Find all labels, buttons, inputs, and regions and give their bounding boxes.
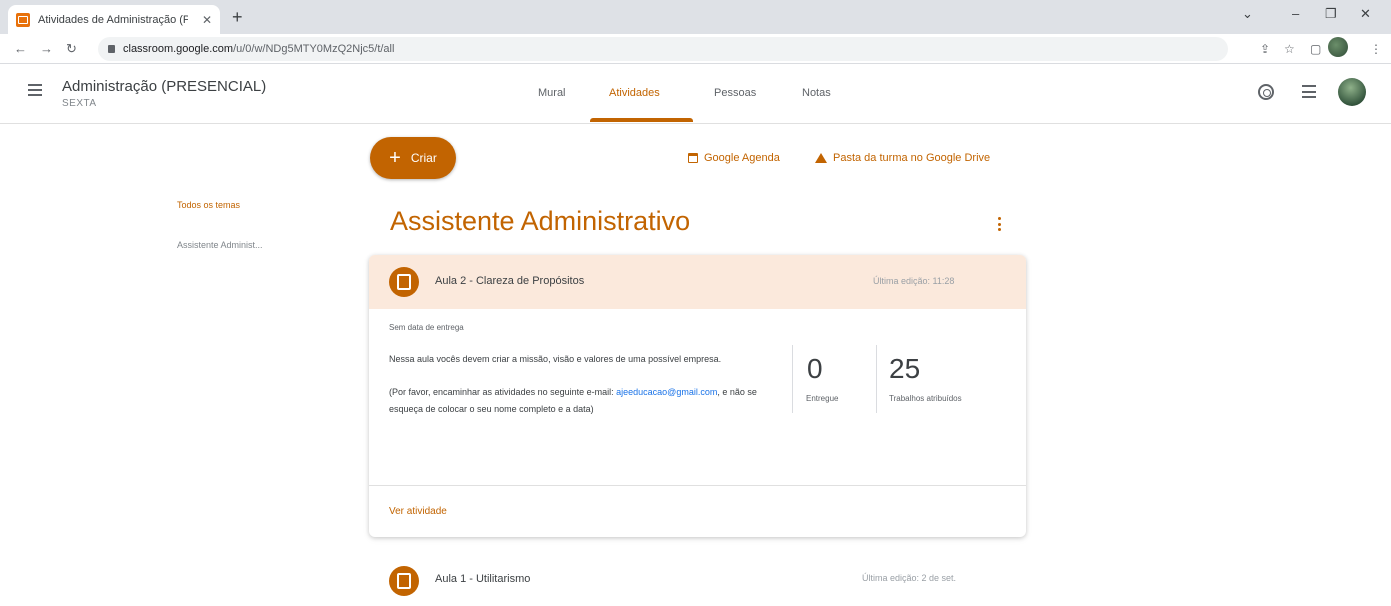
view-assignment-link[interactable]: Ver atividade	[389, 506, 447, 517]
close-window-button[interactable]: ✕	[1360, 6, 1371, 22]
sidebar-item-assistente[interactable]: Assistente Administ...	[177, 240, 263, 250]
bookmark-star-icon[interactable]: ☆	[1284, 42, 1295, 56]
drive-folder-label: Pasta da turma no Google Drive	[833, 152, 991, 164]
url-host: classroom.google.com	[123, 43, 234, 55]
assigned-label: Trabalhos atribuídos	[889, 394, 962, 403]
calendar-icon	[688, 153, 698, 163]
main-menu-icon[interactable]	[28, 84, 42, 96]
create-button-label: Criar	[410, 151, 437, 165]
sidebar-item-all-topics[interactable]: Todos os temas	[177, 200, 240, 210]
account-avatar[interactable]	[1338, 78, 1366, 106]
browser-tab-bar: Atividades de Administração (PI ✕ + ⌄ – …	[0, 0, 1391, 34]
back-arrow-icon[interactable]: ←	[14, 41, 27, 56]
browser-tab-title: Atividades de Administração (PI	[38, 13, 188, 26]
forward-arrow-icon[interactable]: →	[40, 41, 53, 56]
tab-pessoas[interactable]: Pessoas	[714, 87, 756, 99]
topic-more-options-icon[interactable]	[997, 217, 1001, 231]
tab-search-icon[interactable]: ⌄	[1242, 6, 1253, 22]
assignment-title: Aula 1 - Utilitarismo	[435, 573, 531, 585]
tab-atividades[interactable]: Atividades	[609, 87, 660, 99]
assignment-last-edited: Última edição: 11:28	[873, 276, 955, 286]
google-calendar-label: Google Agenda	[704, 152, 780, 164]
drive-icon	[815, 153, 827, 163]
assignment-card-body: Sem data de entrega Nessa aula vocês dev…	[369, 309, 1026, 485]
active-tab-indicator	[590, 118, 693, 122]
description-paragraph-2: (Por favor, encaminhar as atividades no …	[389, 384, 789, 418]
google-calendar-link[interactable]: Google Agenda	[688, 152, 780, 164]
settings-gear-icon[interactable]	[1258, 84, 1274, 100]
assignment-card-header[interactable]: Aula 2 - Clareza de Propósitos Última ed…	[369, 255, 1026, 309]
drive-folder-link[interactable]: Pasta da turma no Google Drive	[815, 152, 990, 164]
assignment-icon	[389, 566, 419, 596]
assignment-description: Nessa aula vocês devem criar a missão, v…	[389, 351, 789, 418]
browser-tab[interactable]: Atividades de Administração (PI ✕	[8, 5, 220, 34]
create-button[interactable]: + Criar	[370, 137, 456, 179]
close-tab-icon[interactable]: ✕	[202, 13, 212, 27]
classroom-favicon-icon	[16, 12, 30, 27]
classroom-header: Administração (PRESENCIAL) SEXTA Mural A…	[0, 64, 1391, 124]
assigned-count[interactable]: 25	[889, 353, 920, 385]
description-paragraph-1: Nessa aula vocês devem criar a missão, v…	[389, 354, 722, 364]
assignment-title: Aula 2 - Clareza de Propósitos	[435, 275, 585, 287]
description-2-prefix: (Por favor, encaminhar as atividades no …	[389, 387, 614, 397]
browser-profile-avatar[interactable]	[1328, 37, 1348, 57]
handed-in-label: Entregue	[806, 394, 839, 403]
assignment-last-edited: Última edição: 2 de set.	[862, 573, 957, 583]
topic-title: Assistente Administrativo	[390, 206, 691, 236]
handed-in-count[interactable]: 0	[807, 353, 823, 385]
side-panel-icon[interactable]: ▢	[1310, 42, 1321, 56]
address-bar-row: ← → ↻ classroom.google.com /u/0/w/NDg5MT…	[0, 34, 1391, 64]
class-title[interactable]: Administração (PRESENCIAL)	[62, 78, 266, 95]
reload-icon[interactable]: ↻	[66, 41, 77, 57]
share-icon[interactable]: ⇪	[1260, 42, 1270, 56]
google-apps-icon[interactable]	[1302, 85, 1316, 99]
stat-divider	[876, 345, 877, 413]
new-tab-button[interactable]: +	[232, 7, 243, 28]
minimize-button[interactable]: –	[1292, 6, 1299, 21]
lock-icon	[108, 45, 115, 53]
browser-menu-icon[interactable]: ⋮	[1370, 42, 1382, 56]
plus-icon: +	[389, 147, 401, 169]
stat-divider	[792, 345, 793, 413]
assignment-row[interactable]: Aula 1 - Utilitarismo Última edição: 2 d…	[369, 556, 1026, 606]
url-path: /u/0/w/NDg5MTY0MzQ2Njc5/t/all	[233, 43, 395, 55]
assignment-icon	[389, 267, 419, 297]
tab-mural[interactable]: Mural	[538, 87, 566, 99]
assignment-card: Aula 2 - Clareza de Propósitos Última ed…	[369, 255, 1026, 537]
class-section: SEXTA	[62, 98, 97, 109]
tab-notas[interactable]: Notas	[802, 87, 831, 99]
restore-button[interactable]: ❐	[1325, 6, 1337, 22]
url-input[interactable]: classroom.google.com /u/0/w/NDg5MTY0MzQ2…	[98, 37, 1228, 61]
assignment-card-footer: Ver atividade	[369, 485, 1026, 537]
due-date: Sem data de entrega	[389, 323, 464, 332]
email-link[interactable]: ajeeducacao@gmail.com	[616, 387, 717, 397]
